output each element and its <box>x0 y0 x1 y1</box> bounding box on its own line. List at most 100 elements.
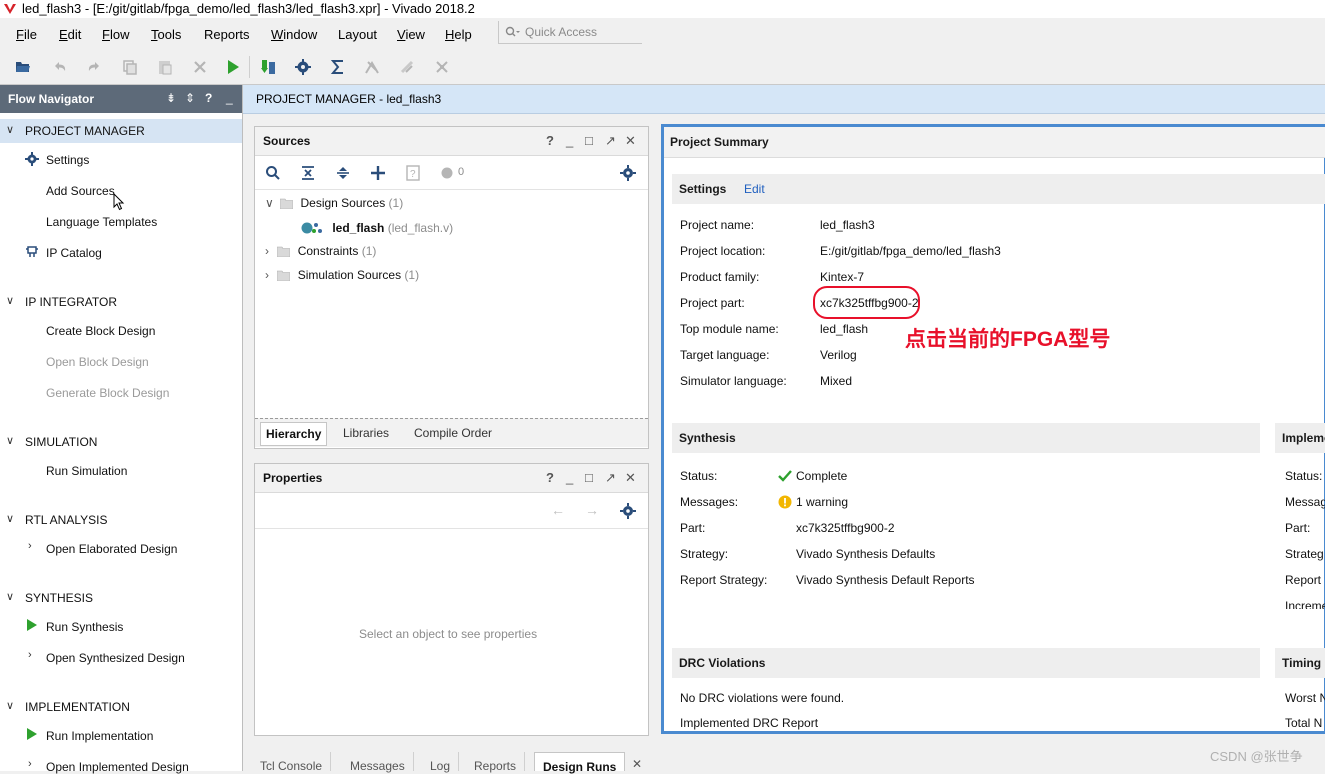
redo-icon[interactable] <box>85 58 103 76</box>
open-project-icon[interactable] <box>14 58 32 76</box>
chevron-right-icon[interactable]: › <box>28 758 32 770</box>
menu-layout[interactable]: Layout <box>338 27 377 42</box>
reset-icon[interactable] <box>398 58 416 76</box>
clear-icon[interactable] <box>433 58 451 76</box>
sources-panel-title: Sources <box>263 134 311 148</box>
quick-access-search[interactable]: Quick Access <box>498 21 642 44</box>
drc-group-title: DRC Violations <box>679 656 766 670</box>
chevron-right-icon[interactable]: › <box>28 540 32 552</box>
minimize-icon[interactable]: _ <box>566 133 573 148</box>
float-icon[interactable]: ↗ <box>605 470 616 486</box>
copy-icon[interactable] <box>121 58 139 76</box>
tab-design-runs[interactable]: Design Runs <box>534 752 626 774</box>
help-icon[interactable]: ? <box>546 133 554 148</box>
tree-label: led_flash <box>332 221 385 235</box>
forward-arrow-icon[interactable]: → <box>585 502 599 518</box>
synthesis-strategy-link[interactable]: Vivado Synthesis Defaults <box>796 547 935 561</box>
tab-libraries[interactable]: Libraries <box>343 426 389 440</box>
nav-item-open-synthesized-design[interactable]: Open Synthesized Design <box>46 651 185 665</box>
settings-icon[interactable] <box>294 58 312 76</box>
tab-hierarchy[interactable]: Hierarchy <box>260 422 328 446</box>
maximize-icon[interactable]: □ <box>585 470 593 485</box>
implemented-drc-report-link[interactable]: Implemented DRC Report <box>680 716 818 730</box>
minimize-icon[interactable]: _ <box>566 470 573 485</box>
tab-log[interactable]: Log <box>422 752 460 773</box>
implementation-key: Messag <box>1285 495 1325 509</box>
nav-section-ip-integrator[interactable]: ∨ IP INTEGRATOR <box>0 290 242 314</box>
chevron-right-icon[interactable]: › <box>28 649 32 661</box>
run-cancel-icon[interactable] <box>363 58 381 76</box>
search-icon <box>505 26 520 37</box>
synthesis-report-strategy-link[interactable]: Vivado Synthesis Default Reports <box>796 573 975 587</box>
nav-item-run-implementation[interactable]: Run Implementation <box>46 729 153 743</box>
float-icon[interactable]: ↗ <box>605 133 616 149</box>
menu-edit[interactable]: Edit <box>59 27 81 42</box>
simulator-language-link[interactable]: Mixed <box>820 374 852 388</box>
tab-tcl-console[interactable]: Tcl Console <box>252 752 332 773</box>
nav-item-open-implemented-design[interactable]: Open Implemented Design <box>46 760 189 774</box>
tab-messages[interactable]: Messages <box>342 752 414 773</box>
search-icon[interactable] <box>265 165 281 181</box>
chevron-down-icon: ∨ <box>6 295 15 307</box>
top-module-link[interactable]: led_flash <box>820 322 868 336</box>
nav-section-project-manager[interactable]: ∨ PROJECT MANAGER <box>0 119 242 143</box>
nav-item-add-sources[interactable]: Add Sources <box>46 184 115 198</box>
expand-all-icon[interactable]: ⇕ <box>185 91 195 105</box>
nav-item-run-simulation[interactable]: Run Simulation <box>46 464 127 478</box>
menu-reports[interactable]: Reports <box>204 27 250 42</box>
nav-section-implementation[interactable]: ∨ IMPLEMENTATION <box>0 695 242 719</box>
delete-icon[interactable] <box>191 58 209 76</box>
nav-item-ip-catalog[interactable]: IP Catalog <box>46 246 102 260</box>
nav-section-synthesis[interactable]: ∨ SYNTHESIS <box>0 586 242 610</box>
tree-count: (1) <box>404 268 420 282</box>
nav-item-run-synthesis[interactable]: Run Synthesis <box>46 620 123 634</box>
menu-window[interactable]: Window <box>271 27 317 42</box>
settings-icon[interactable] <box>620 165 636 181</box>
tree-row-simulation-sources[interactable]: › Simulation Sources (1) <box>265 268 419 282</box>
tree-count: (1) <box>361 244 377 258</box>
tree-row-led-flash[interactable]: led_flash (led_flash.v) <box>301 220 453 235</box>
sigma-icon[interactable] <box>329 58 347 76</box>
expand-all-icon[interactable] <box>335 165 351 181</box>
add-icon[interactable] <box>370 165 386 181</box>
run-icon[interactable] <box>224 58 242 76</box>
menu-tools[interactable]: Tools <box>151 27 181 42</box>
nav-item-language-templates[interactable]: Language Templates <box>46 215 157 229</box>
synthesis-messages-link[interactable]: 1 warning <box>796 495 848 509</box>
tab-reports[interactable]: Reports <box>466 752 526 773</box>
menu-file[interactable]: File <box>16 27 37 42</box>
target-language-link[interactable]: Verilog <box>820 348 857 362</box>
tab-compile-order[interactable]: Compile Order <box>414 426 492 440</box>
menu-flow[interactable]: Flow <box>102 27 129 42</box>
maximize-icon[interactable]: □ <box>585 133 593 148</box>
nav-item-create-block-design[interactable]: Create Block Design <box>46 324 155 338</box>
nav-item-open-elaborated-design[interactable]: Open Elaborated Design <box>46 542 177 556</box>
tree-label: Constraints <box>297 244 359 258</box>
chevron-right-icon: › <box>265 244 269 258</box>
menu-help[interactable]: Help <box>445 27 472 42</box>
undo-icon[interactable] <box>51 58 69 76</box>
close-icon[interactable]: ✕ <box>632 757 642 771</box>
tree-row-design-sources[interactable]: ∨ Design Sources (1) <box>265 196 403 210</box>
tree-label: Design Sources <box>300 196 386 210</box>
nav-item-settings[interactable]: Settings <box>46 153 89 167</box>
collapse-all-icon[interactable] <box>300 165 316 181</box>
close-icon[interactable]: ✕ <box>625 470 636 486</box>
menu-view[interactable]: View <box>397 27 425 42</box>
unknown-source-icon[interactable]: ? <box>405 165 421 181</box>
settings-edit-link[interactable]: Edit <box>744 182 765 196</box>
help-icon[interactable]: ? <box>546 470 554 485</box>
nav-section-rtl-analysis[interactable]: ∨ RTL ANALYSIS <box>0 508 242 532</box>
flow-navigator-title: Flow Navigator <box>8 92 95 106</box>
minimize-icon[interactable]: _ <box>226 91 233 105</box>
collapse-all-icon[interactable]: ⇟ <box>166 91 176 105</box>
paste-icon[interactable] <box>156 58 174 76</box>
program-device-icon[interactable] <box>259 58 277 76</box>
nav-section-simulation[interactable]: ∨ SIMULATION <box>0 430 242 454</box>
close-icon[interactable]: ✕ <box>625 133 636 149</box>
tree-row-constraints[interactable]: › Constraints (1) <box>265 244 376 258</box>
sources-tabs: Hierarchy Libraries Compile Order <box>255 418 648 447</box>
back-arrow-icon[interactable]: ← <box>551 502 565 518</box>
settings-icon[interactable] <box>620 503 636 519</box>
help-icon[interactable]: ? <box>205 91 212 105</box>
